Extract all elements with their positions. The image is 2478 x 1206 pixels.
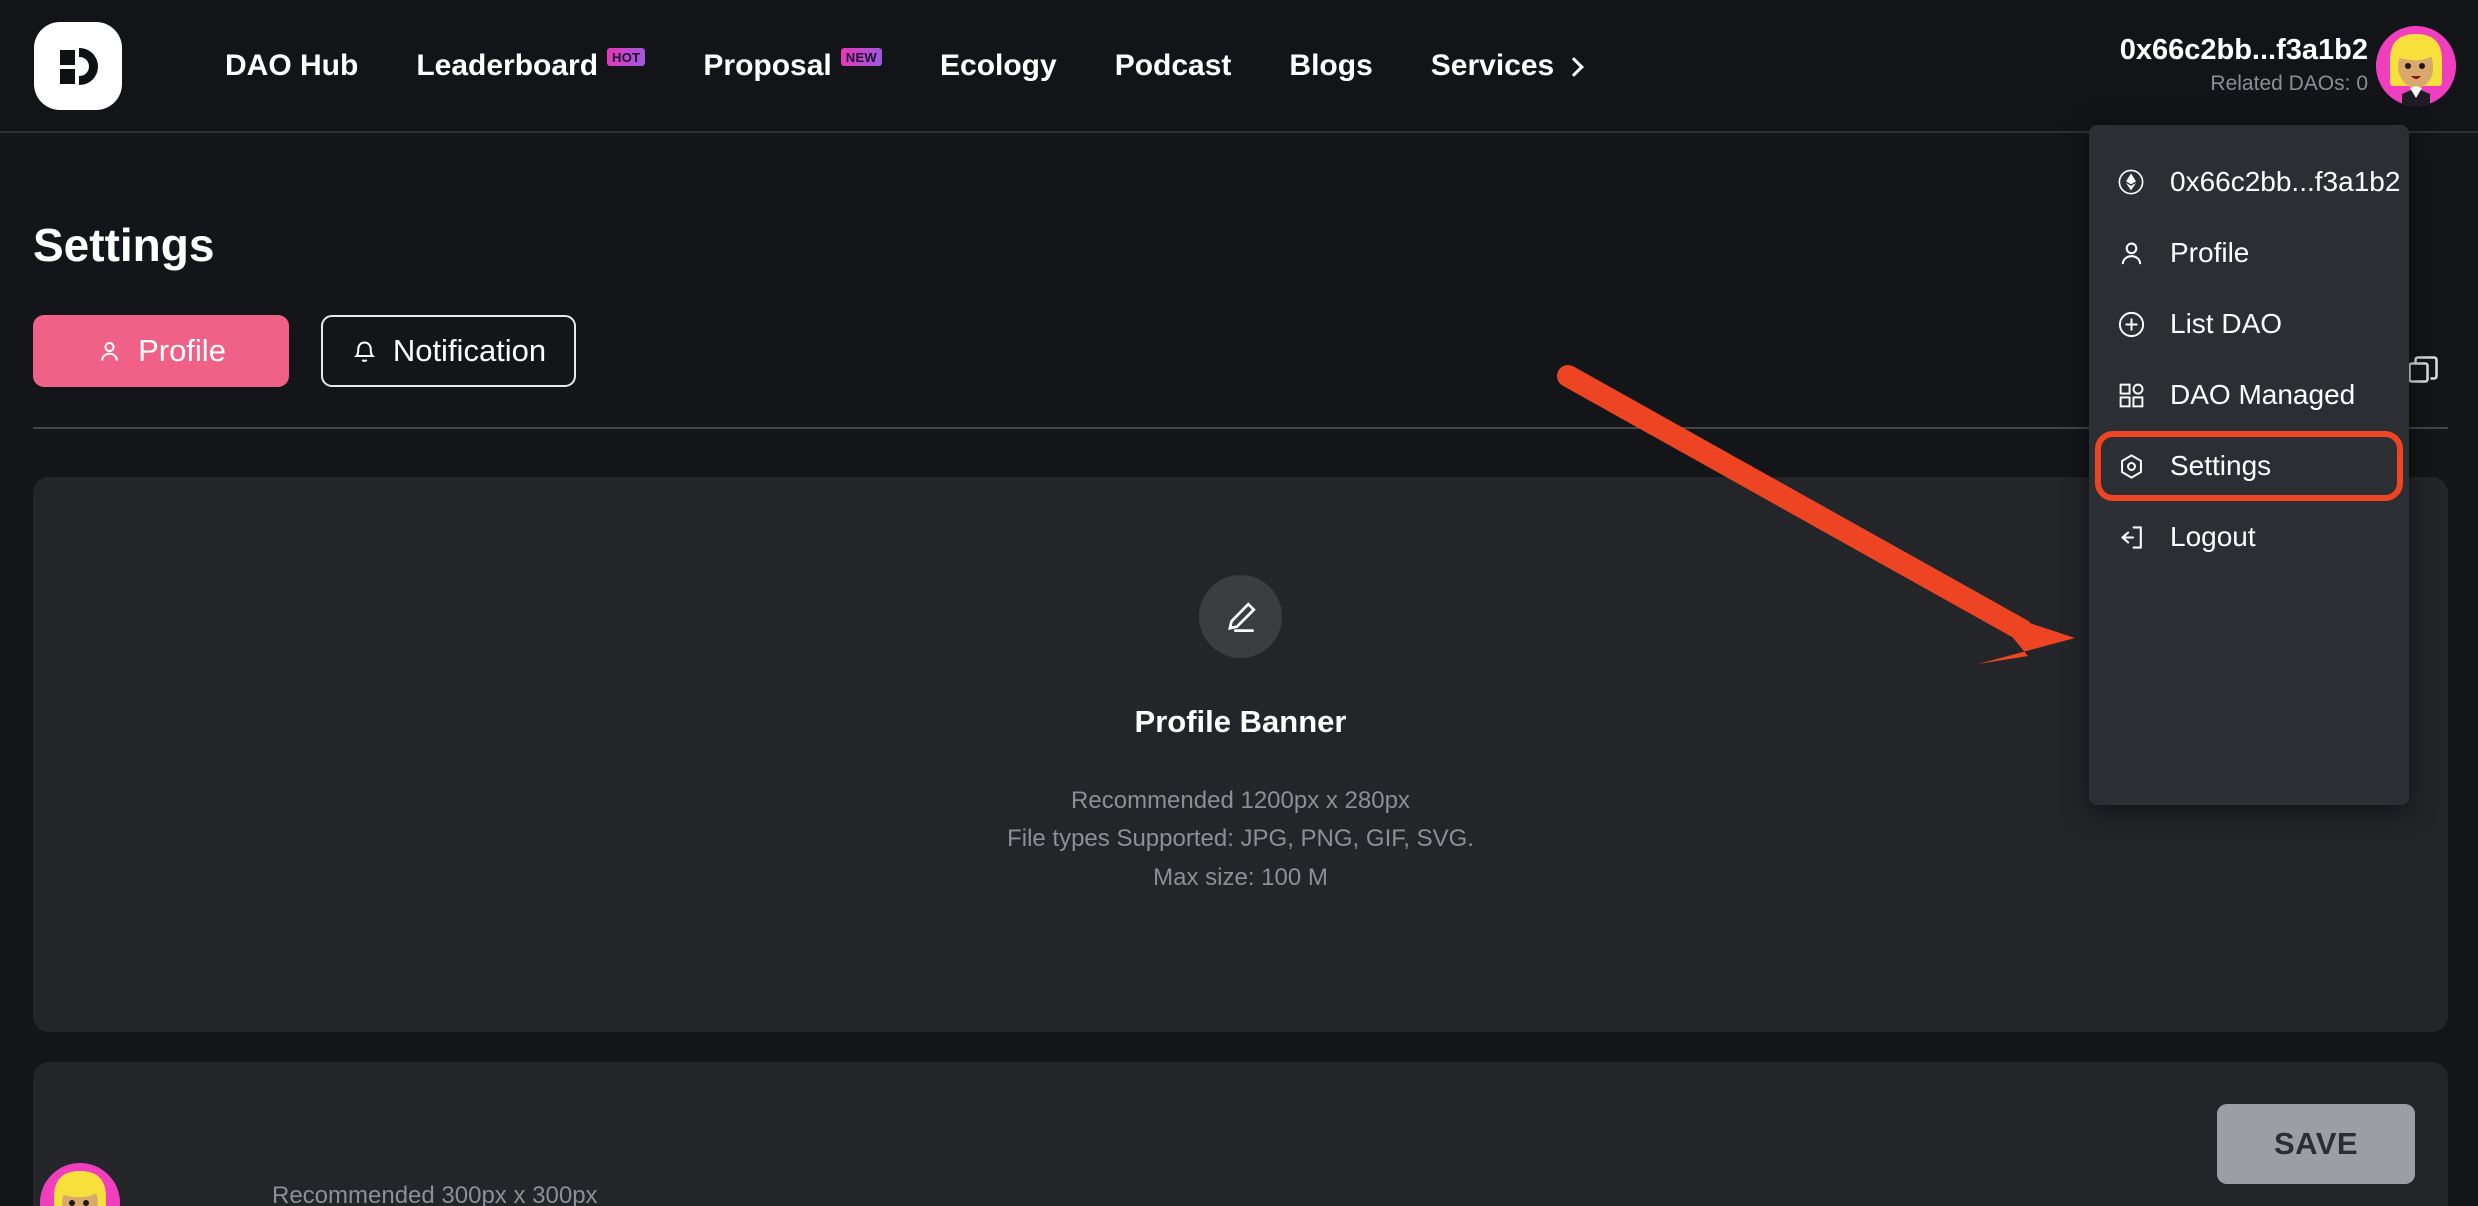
logout-icon: [2114, 520, 2148, 554]
tab-label: Notification: [392, 333, 547, 368]
user-icon: [101, 341, 118, 361]
banner-hints: Recommended 1200px x 280px File types Su…: [1007, 782, 1474, 897]
avatar-hint: Recommended 300px x 300px: [272, 1182, 598, 1206]
avatar-image: [2376, 25, 2456, 106]
account-dropdown-menu: 0x66c2bb...f3a1b2 Profile List DAO DAO M…: [2089, 125, 2409, 805]
copy-icon[interactable]: [2405, 353, 2441, 394]
tab-notification[interactable]: Notification: [321, 315, 576, 387]
pencil-icon: [1227, 601, 1256, 632]
top-navbar: DAO Hub Leaderboard HOT Proposal NEW Eco…: [0, 0, 2478, 133]
account-area[interactable]: 0x66c2bb...f3a1b2 Related DAOs: 0: [2119, 25, 2456, 106]
nav-label: Ecology: [940, 48, 1057, 82]
section-divider: [33, 427, 2448, 429]
save-button[interactable]: SAVE: [2217, 1104, 2415, 1184]
edit-banner-button[interactable]: [1199, 575, 1282, 658]
nav-label: Proposal: [703, 48, 832, 82]
logo-d-shape: [79, 47, 98, 85]
avatar[interactable]: [2376, 25, 2456, 106]
main-nav: DAO Hub Leaderboard HOT Proposal NEW Eco…: [225, 47, 1585, 83]
banner-content: Profile Banner Recommended 1200px x 280p…: [33, 575, 2448, 897]
dao-logo[interactable]: [34, 21, 122, 110]
nav-label: DAO Hub: [225, 48, 359, 82]
nav-item-podcast[interactable]: Podcast: [1115, 49, 1232, 83]
nav-label: Podcast: [1114, 48, 1232, 82]
logo-square-top: [60, 49, 75, 65]
app-root: DAO Hub Leaderboard HOT Proposal NEW Eco…: [0, 0, 2478, 1206]
account-address: 0x66c2bb...f3a1b2: [2119, 33, 2368, 66]
page-title: Settings: [33, 219, 215, 271]
badge-hot: HOT: [607, 47, 646, 66]
menu-item-settings[interactable]: Settings: [2095, 431, 2403, 501]
nav-item-blogs[interactable]: Blogs: [1289, 49, 1372, 83]
banner-hint-max: Max size: 100 M: [1153, 863, 1328, 891]
banner-hint-size: Recommended 1200px x 280px: [1071, 787, 1410, 814]
nav-item-dao-hub[interactable]: DAO Hub: [225, 49, 358, 83]
nav-item-proposal[interactable]: Proposal NEW: [703, 47, 882, 83]
menu-item-profile[interactable]: Profile: [2101, 224, 2397, 282]
settings-hexagon-icon: [2114, 449, 2148, 483]
user-icon: [2114, 236, 2148, 270]
tab-profile[interactable]: Profile: [33, 315, 289, 387]
nav-item-leaderboard[interactable]: Leaderboard HOT: [416, 47, 646, 83]
ethereum-icon: [2114, 165, 2148, 199]
menu-item-list-dao[interactable]: List DAO: [2101, 295, 2397, 353]
account-text: 0x66c2bb...f3a1b2 Related DAOs: 0: [2119, 33, 2368, 97]
menu-item-label: Profile: [2170, 237, 2250, 268]
related-daos-count: Related DAOs: 0: [2210, 72, 2368, 96]
bell-icon: [353, 340, 375, 362]
banner-title: Profile Banner: [1134, 704, 1347, 739]
menu-item-label: Logout: [2170, 521, 2256, 552]
menu-item-logout[interactable]: Logout: [2101, 508, 2397, 566]
copy-icon-glyph: [2408, 356, 2438, 383]
banner-hint-types: File types Supported: JPG, PNG, GIF, SVG…: [1007, 825, 1474, 853]
menu-item-label: List DAO: [2170, 308, 2283, 339]
menu-item-address[interactable]: 0x66c2bb...f3a1b2: [2101, 153, 2401, 211]
logo-square-bottom: [60, 68, 75, 84]
tab-label: Profile: [138, 333, 226, 368]
grid-icon: [2114, 378, 2148, 412]
nav-label: Blogs: [1289, 48, 1373, 82]
menu-item-label: Settings: [2170, 450, 2272, 481]
nav-label: Services: [1430, 48, 1555, 82]
chevron-right-icon: [1564, 56, 1585, 77]
plus-circle-icon: [2114, 307, 2148, 341]
menu-item-dao-managed[interactable]: DAO Managed: [2101, 366, 2397, 424]
profile-banner-card: Profile Banner Recommended 1200px x 280p…: [33, 477, 2448, 1032]
menu-item-label: 0x66c2bb...f3a1b2: [2170, 166, 2401, 197]
nav-item-ecology[interactable]: Ecology: [940, 49, 1057, 83]
nav-label: Leaderboard: [416, 48, 599, 82]
badge-new: NEW: [840, 47, 882, 66]
nav-item-services[interactable]: Services: [1430, 48, 1585, 83]
menu-item-label: DAO Managed: [2170, 379, 2356, 410]
settings-tabs: Profile Notification: [33, 315, 576, 387]
